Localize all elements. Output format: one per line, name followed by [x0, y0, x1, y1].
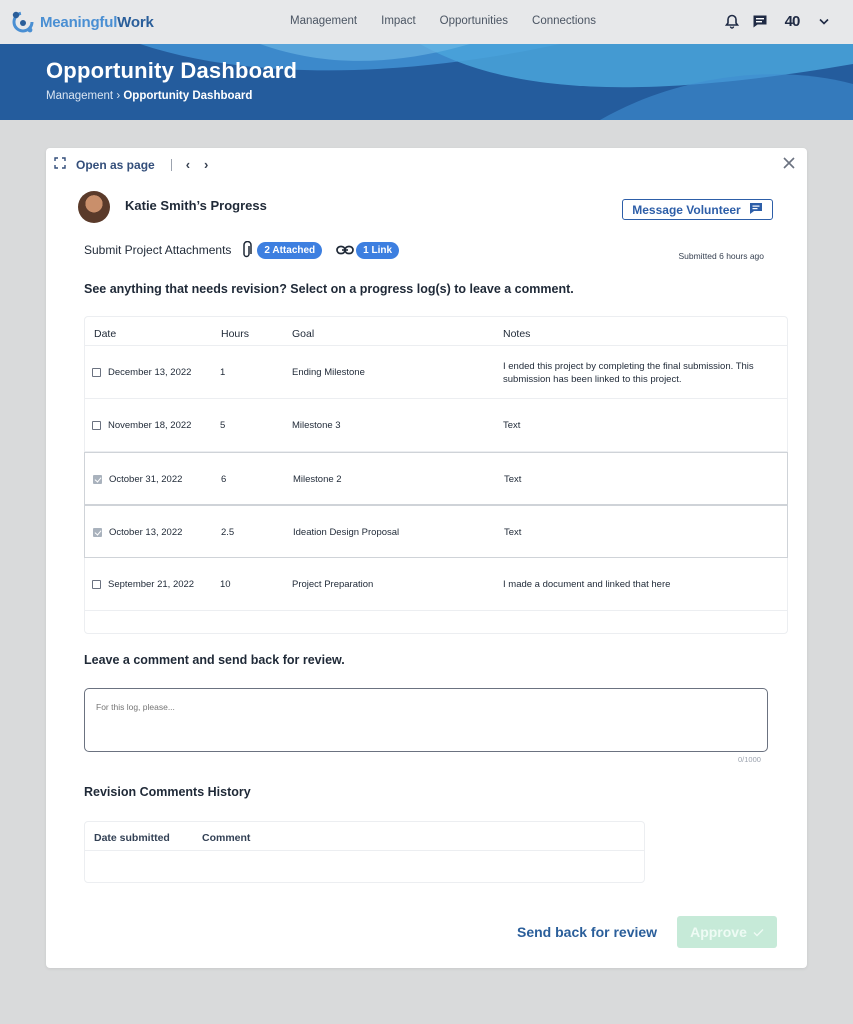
progress-log-table: Date Hours Goal Notes December 13, 2022 … — [84, 316, 788, 634]
approve-button[interactable]: Approve — [677, 916, 777, 948]
row-date: December 13, 2022 — [108, 367, 192, 378]
submitted-timestamp: Submitted 6 hours ago — [678, 251, 764, 261]
nav-links: Management Impact Opportunities Connecti… — [290, 15, 620, 27]
anniversary-badge[interactable]: 40 — [779, 10, 805, 32]
page-title: Opportunity Dashboard — [46, 58, 298, 83]
logo-icon — [10, 9, 36, 35]
row-hours: 1 — [220, 367, 226, 378]
revision-instruction: See anything that needs revision? Select… — [84, 282, 574, 296]
row-goal: Milestone 2 — [293, 474, 342, 485]
row-notes: I ended this project by completing the f… — [503, 361, 754, 385]
table-row-selected[interactable]: October 13, 2022 2.5 Ideation Design Pro… — [84, 505, 788, 558]
breadcrumb-current: Opportunity Dashboard — [123, 90, 253, 102]
nav-link-management[interactable]: Management — [290, 15, 357, 27]
comment-label: Leave a comment and send back for review… — [84, 653, 345, 667]
chat-icon — [749, 202, 763, 218]
message-volunteer-button[interactable]: Message Volunteer — [622, 199, 773, 220]
top-nav: MeaningfulWork Management Impact Opportu… — [0, 0, 853, 44]
page-banner: Opportunity Dashboard Management › Oppor… — [0, 44, 853, 120]
progress-title: Katie Smith’s Progress — [125, 198, 267, 213]
nav-link-impact[interactable]: Impact — [381, 15, 416, 27]
nav-icons: 40 — [723, 10, 833, 32]
header-comment: Comment — [202, 832, 251, 844]
header-goal: Goal — [292, 328, 315, 340]
open-as-page-link[interactable]: Open as page — [76, 158, 155, 172]
row-notes: Text — [504, 474, 522, 485]
progress-card: Open as page ‹ › Katie Smith’s Progress … — [46, 148, 807, 968]
attachments-row: Submit Project Attachments 2 Attached 1 … — [84, 241, 400, 259]
row-date: October 31, 2022 — [109, 474, 183, 485]
message-volunteer-label: Message Volunteer — [632, 202, 741, 217]
attachments-label: Submit Project Attachments — [84, 243, 232, 257]
breadcrumb-separator: › — [113, 90, 124, 102]
next-icon[interactable]: › — [204, 157, 208, 172]
table-row[interactable]: September 21, 2022 10 Project Preparatio… — [85, 558, 787, 611]
history-label: Revision Comments History — [84, 785, 251, 799]
nav-link-opportunities[interactable]: Opportunities — [440, 15, 508, 27]
comment-input[interactable] — [84, 688, 768, 752]
row-date: November 18, 2022 — [108, 420, 192, 431]
breadcrumb-parent[interactable]: Management — [46, 90, 113, 102]
toolbar-divider — [170, 158, 172, 171]
table-row-selected[interactable]: October 31, 2022 6 Milestone 2 Text — [84, 452, 788, 505]
table-row[interactable]: November 18, 2022 5 Milestone 3 Text — [85, 399, 787, 452]
approve-label: Approve — [690, 924, 747, 940]
row-goal: Project Preparation — [292, 579, 374, 590]
paperclip-icon[interactable] — [241, 241, 253, 259]
row-notes: Text — [504, 527, 522, 538]
row-goal: Ending Milestone — [292, 367, 365, 378]
table-row[interactable]: December 13, 2022 1 Ending Milestone I e… — [85, 346, 787, 399]
link-icon[interactable] — [336, 244, 355, 256]
row-checkbox-checked[interactable] — [93, 475, 102, 484]
check-icon — [753, 924, 764, 940]
revision-history-table: Date submitted Comment — [84, 821, 645, 883]
link-count-badge[interactable]: 1 Link — [356, 241, 400, 259]
logo[interactable]: MeaningfulWork — [10, 9, 154, 35]
row-goal: Milestone 3 — [292, 420, 341, 431]
header-date: Date — [94, 328, 117, 340]
row-checkbox[interactable] — [92, 421, 101, 430]
bell-icon[interactable] — [723, 12, 741, 30]
row-hours: 5 — [220, 420, 226, 431]
history-table-header: Date submitted Comment — [85, 822, 644, 851]
header-notes: Notes — [503, 328, 531, 340]
nav-link-connections[interactable]: Connections — [532, 15, 596, 27]
chevron-down-icon[interactable] — [815, 12, 833, 30]
row-checkbox[interactable] — [92, 580, 101, 589]
card-toolbar: Open as page ‹ › — [54, 157, 216, 172]
previous-icon[interactable]: ‹ — [186, 157, 190, 172]
row-checkbox[interactable] — [92, 368, 101, 377]
attached-count-badge[interactable]: 2 Attached — [257, 241, 323, 259]
row-notes: Text — [503, 420, 521, 431]
message-icon[interactable] — [751, 12, 769, 30]
send-back-button[interactable]: Send back for review — [517, 924, 657, 940]
header-date-submitted: Date submitted — [94, 832, 170, 844]
row-date: September 21, 2022 — [108, 579, 195, 590]
row-notes: I made a document and linked that here — [503, 579, 671, 590]
row-checkbox-checked[interactable] — [93, 528, 102, 537]
breadcrumb: Management › Opportunity Dashboard — [46, 90, 252, 102]
close-icon[interactable] — [781, 155, 797, 171]
row-hours: 6 — [221, 474, 227, 485]
logo-text: MeaningfulWork — [40, 13, 154, 31]
header-hours: Hours — [221, 328, 250, 340]
character-counter: 0/1000 — [738, 755, 761, 764]
row-hours: 2.5 — [221, 527, 235, 538]
row-goal: Ideation Design Proposal — [293, 527, 400, 538]
expand-icon[interactable] — [54, 157, 66, 172]
row-date: October 13, 2022 — [109, 527, 183, 538]
row-hours: 10 — [220, 579, 231, 590]
avatar — [78, 191, 110, 223]
table-header: Date Hours Goal Notes — [85, 317, 787, 346]
